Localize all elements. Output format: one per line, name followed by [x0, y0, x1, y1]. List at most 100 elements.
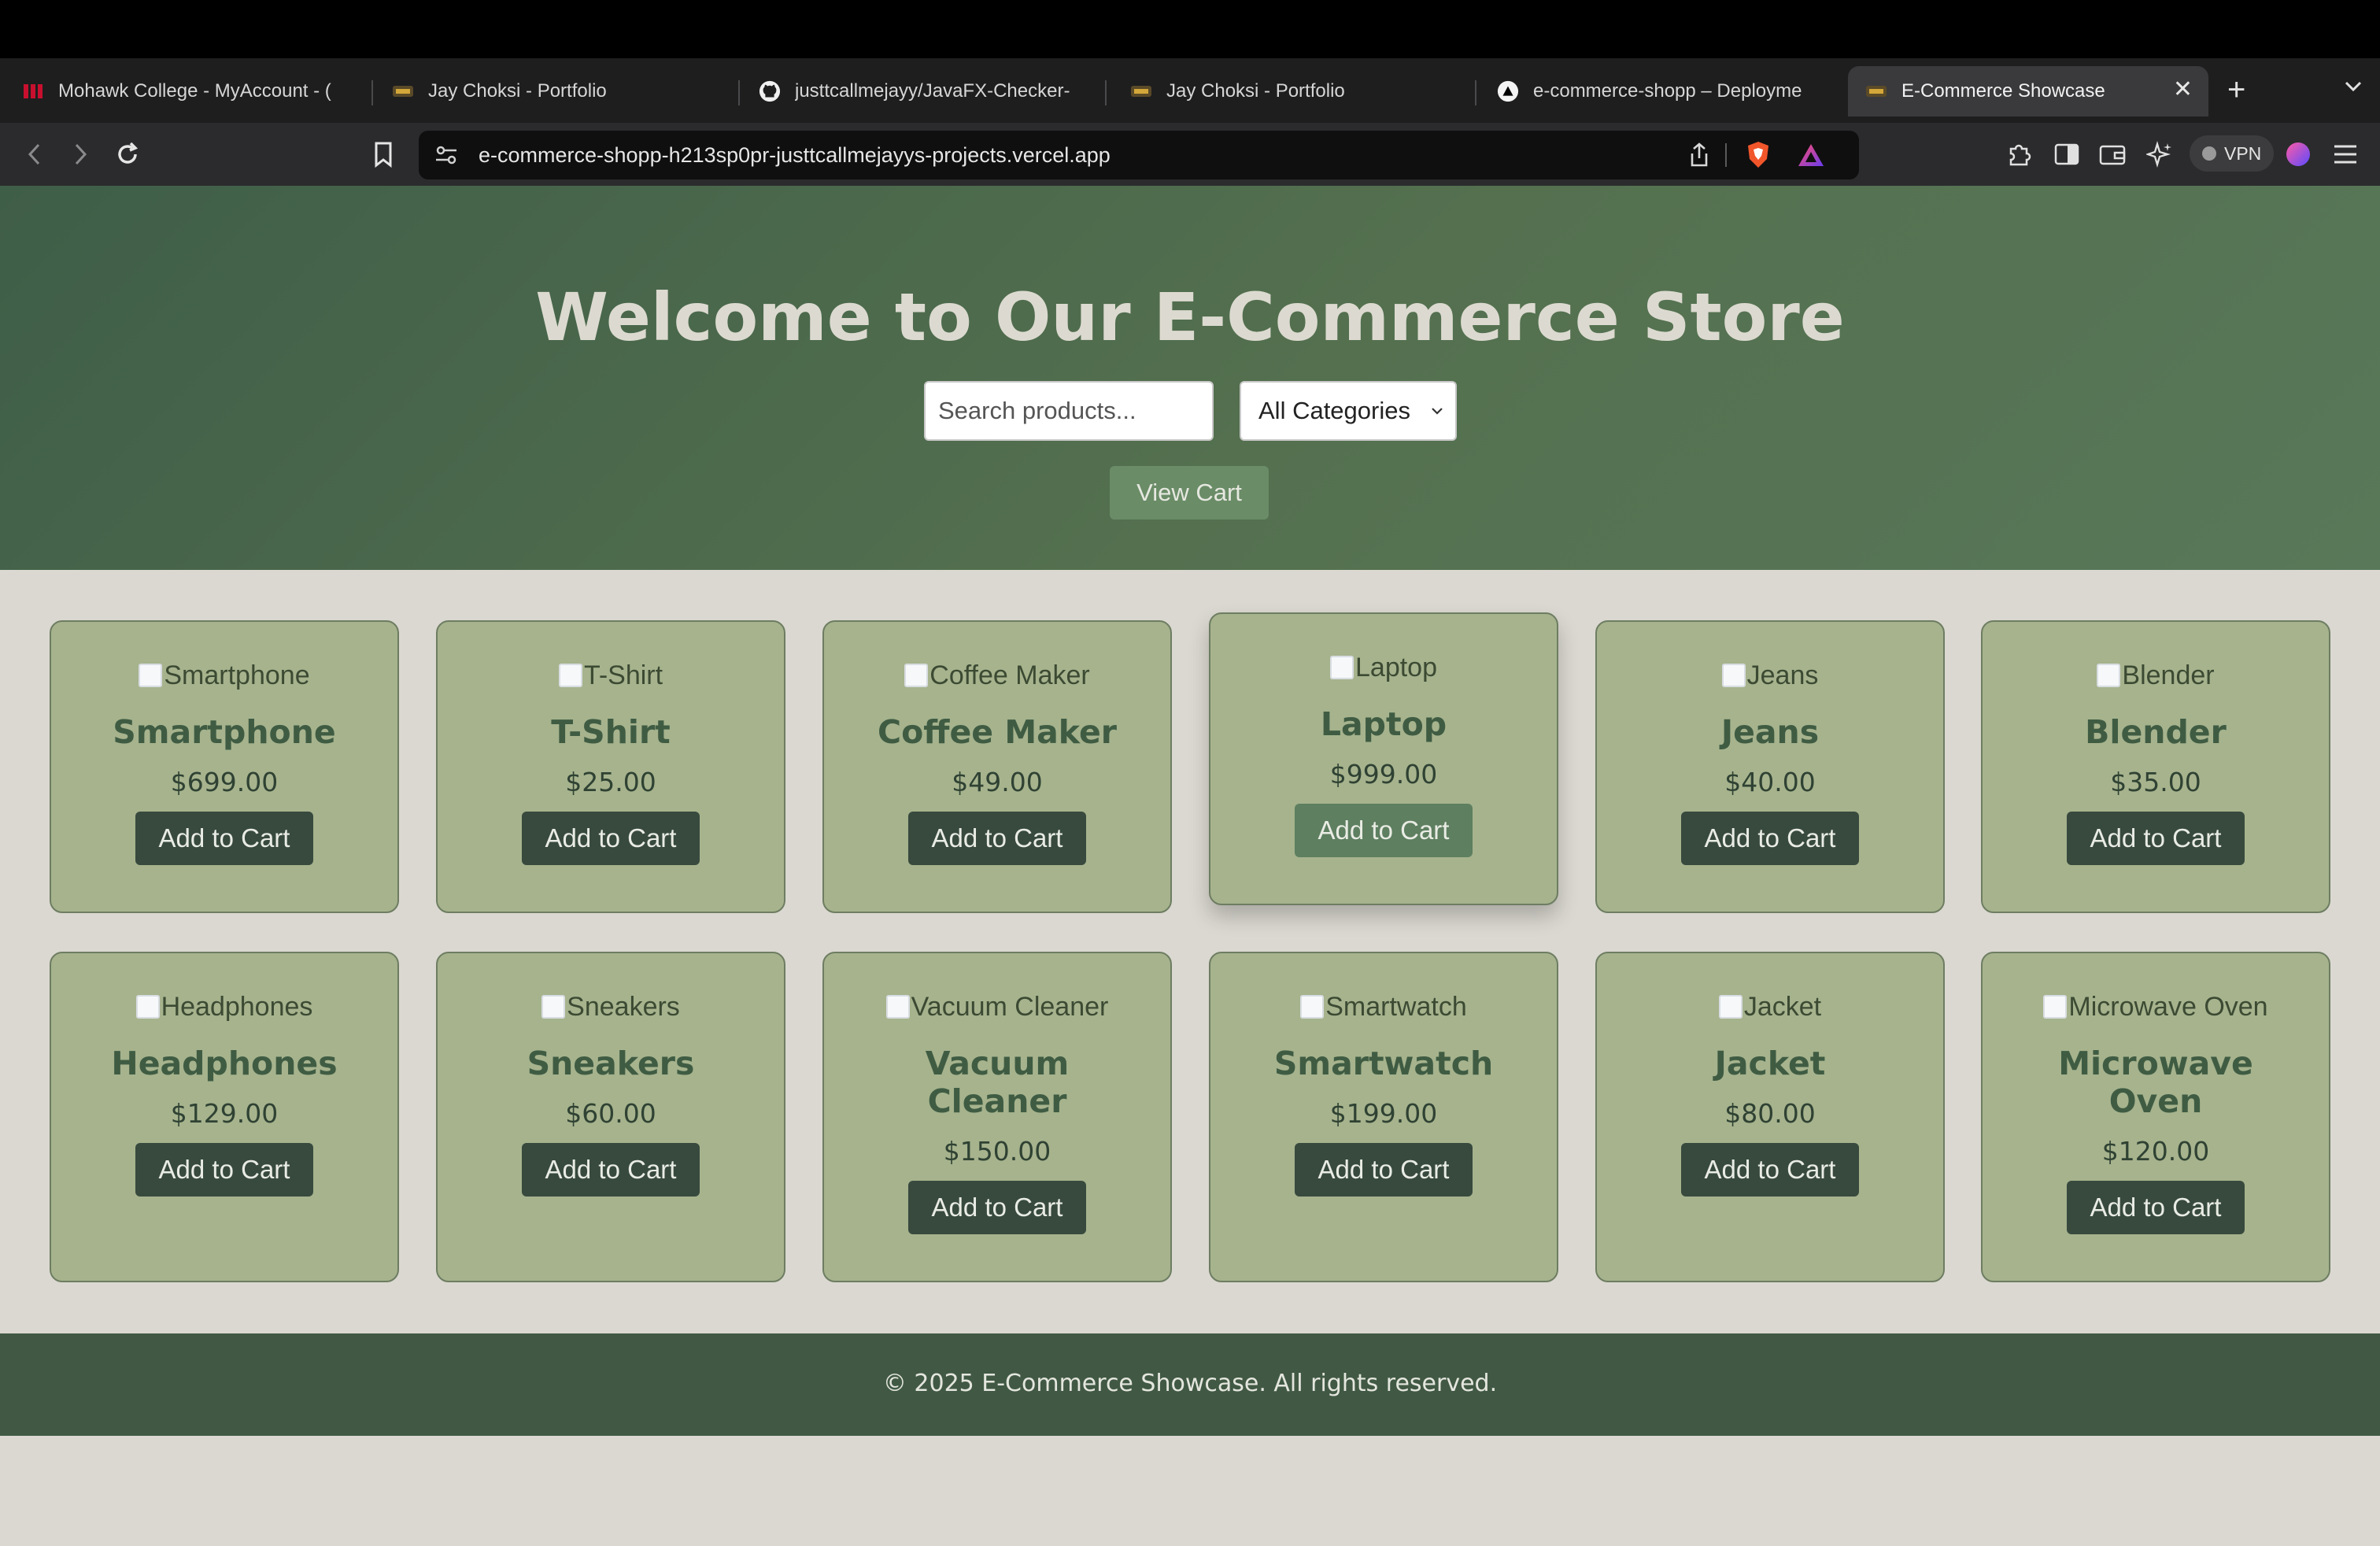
category-select[interactable]: All Categories	[1240, 381, 1457, 441]
url-divider	[1725, 143, 1727, 167]
broken-image-icon	[885, 995, 910, 1019]
portfolio-icon	[392, 80, 414, 102]
site-settings-icon[interactable]	[433, 142, 460, 172]
tab-title: e-commerce-shopp – Deployme	[1533, 80, 1802, 102]
product-name: Vacuum Cleaner	[925, 1045, 1070, 1120]
tab-portfolio-1[interactable]: Jay Choksi - Portfolio	[392, 66, 730, 117]
url-text[interactable]: e-commerce-shopp-h213sp0pr-justtcallmeja…	[479, 143, 1111, 168]
product-price: $80.00	[1724, 1098, 1816, 1129]
search-input[interactable]: Search products...	[924, 381, 1214, 441]
product-card: Microwave Oven Microwave Oven $120.00 Ad…	[1981, 952, 2330, 1282]
image-alt-text: Blender	[2122, 660, 2215, 690]
reload-icon[interactable]	[110, 137, 145, 172]
product-name: Smartwatch	[1273, 1045, 1494, 1082]
product-name: Sneakers	[527, 1045, 695, 1082]
extensions-icon[interactable]	[2004, 139, 2035, 170]
category-selected-value: All Categories	[1258, 397, 1410, 424]
add-to-cart-button[interactable]: Add to Cart	[522, 812, 700, 865]
page-title: Welcome to Our E-Commerce Store	[535, 279, 1845, 356]
add-to-cart-button[interactable]: Add to Cart	[1295, 1143, 1473, 1196]
add-to-cart-button[interactable]: Add to Cart	[522, 1143, 700, 1196]
mohawk-icon	[22, 80, 44, 102]
tab-portfolio-2[interactable]: Jay Choksi - Portfolio	[1130, 66, 1469, 117]
tab-ecommerce-showcase[interactable]: E-Commerce Showcase ✕	[1848, 66, 2208, 117]
product-card: Sneakers Sneakers $60.00 Add to Cart	[436, 952, 785, 1282]
image-alt-text: Coffee Maker	[929, 660, 1090, 690]
add-to-cart-button[interactable]: Add to Cart	[1681, 1143, 1859, 1196]
tab-vercel[interactable]: e-commerce-shopp – Deployme	[1497, 66, 1824, 117]
image-alt-text: Sneakers	[567, 992, 680, 1022]
broken-image-icon	[1718, 995, 1743, 1019]
product-price: $35.00	[2110, 767, 2201, 797]
image-alt-text: T-Shirt	[583, 660, 663, 690]
broken-image-icon	[1300, 995, 1325, 1019]
profile-avatar-icon[interactable]	[2282, 139, 2314, 170]
add-to-cart-button[interactable]: Add to Cart	[1681, 812, 1859, 865]
tab-title: E-Commerce Showcase	[1901, 80, 2105, 102]
tab-title: justtcallmejayy/JavaFX-Checker-	[795, 80, 1070, 102]
back-icon[interactable]	[17, 137, 52, 172]
share-icon[interactable]	[1687, 142, 1711, 172]
add-to-cart-button[interactable]: Add to Cart	[908, 812, 1086, 865]
tab-menu-chevron-icon[interactable]	[2341, 74, 2365, 102]
add-to-cart-button[interactable]: Add to Cart	[2067, 812, 2245, 865]
product-card: Headphones Headphones $129.00 Add to Car…	[50, 952, 399, 1282]
product-image: Microwave Oven	[1983, 991, 2329, 1023]
broken-image-icon	[558, 664, 582, 687]
address-bar[interactable]: e-commerce-shopp-h213sp0pr-justtcallmeja…	[419, 131, 1859, 179]
image-alt-text: Vacuum Cleaner	[911, 992, 1109, 1022]
portfolio-icon	[1865, 80, 1887, 102]
bookmark-icon[interactable]	[366, 137, 401, 172]
product-name: Laptop	[1320, 705, 1447, 743]
tab-divider	[371, 80, 373, 105]
product-name: Smartphone	[113, 713, 336, 751]
product-price: $120.00	[2101, 1136, 2210, 1167]
broken-image-icon	[541, 995, 566, 1019]
leo-ai-icon[interactable]	[2144, 139, 2175, 170]
product-price: $49.00	[952, 767, 1043, 797]
broken-image-icon	[2097, 664, 2121, 687]
add-to-cart-button[interactable]: Add to Cart	[2067, 1181, 2245, 1234]
product-name: Coffee Maker	[877, 713, 1118, 751]
product-name: T-Shirt	[551, 713, 671, 751]
product-image: T-Shirt	[438, 660, 784, 691]
sidebar-icon[interactable]	[2051, 139, 2082, 170]
tab-title: Jay Choksi - Portfolio	[428, 80, 607, 102]
product-card: T-Shirt T-Shirt $25.00 Add to Cart	[436, 620, 785, 913]
image-alt-text: Smartwatch	[1325, 992, 1467, 1022]
broken-image-icon	[135, 995, 160, 1019]
tab-mohawk[interactable]: Mohawk College - MyAccount - (	[22, 66, 360, 117]
product-image: Headphones	[51, 991, 397, 1023]
view-cart-button[interactable]: View Cart	[1110, 466, 1269, 520]
product-image: Smartphone	[51, 660, 397, 691]
product-image: Sneakers	[438, 991, 784, 1023]
product-card: Blender Blender $35.00 Add to Cart	[1981, 620, 2330, 913]
broken-image-icon	[139, 664, 163, 687]
product-price: $699.00	[170, 767, 279, 797]
vpn-button[interactable]: VPN	[2190, 135, 2275, 172]
tab-divider	[738, 80, 740, 105]
product-image: Blender	[1983, 660, 2329, 691]
broken-image-icon	[1721, 664, 1746, 687]
close-tab-icon[interactable]: ✕	[2173, 76, 2193, 103]
wallet-icon[interactable]	[2097, 139, 2128, 170]
add-to-cart-button[interactable]: Add to Cart	[135, 1143, 313, 1196]
product-image: Jeans	[1597, 660, 1943, 691]
add-to-cart-button[interactable]: Add to Cart	[1295, 804, 1473, 857]
product-name: Headphones	[111, 1045, 338, 1082]
tab-strip: Mohawk College - MyAccount - ( Jay Choks…	[0, 58, 2380, 123]
tab-github[interactable]: justtcallmejayy/JavaFX-Checker-	[759, 66, 1092, 117]
product-card: Jeans Jeans $40.00 Add to Cart	[1595, 620, 1945, 913]
brave-rewards-icon[interactable]	[1796, 142, 1826, 172]
add-to-cart-button[interactable]: Add to Cart	[135, 812, 313, 865]
image-alt-text: Jeans	[1746, 660, 1819, 690]
hero-header: Welcome to Our E-Commerce Store Search p…	[0, 186, 2380, 570]
product-card: Jacket Jacket $80.00 Add to Cart	[1595, 952, 1945, 1282]
forward-icon[interactable]	[63, 137, 98, 172]
add-to-cart-button[interactable]: Add to Cart	[908, 1181, 1086, 1234]
main-menu-icon[interactable]	[2330, 139, 2361, 170]
tab-title: Mohawk College - MyAccount - (	[58, 80, 331, 102]
new-tab-icon[interactable]: +	[2227, 68, 2245, 112]
github-icon	[759, 80, 781, 102]
brave-shields-icon[interactable]	[1744, 140, 1772, 174]
